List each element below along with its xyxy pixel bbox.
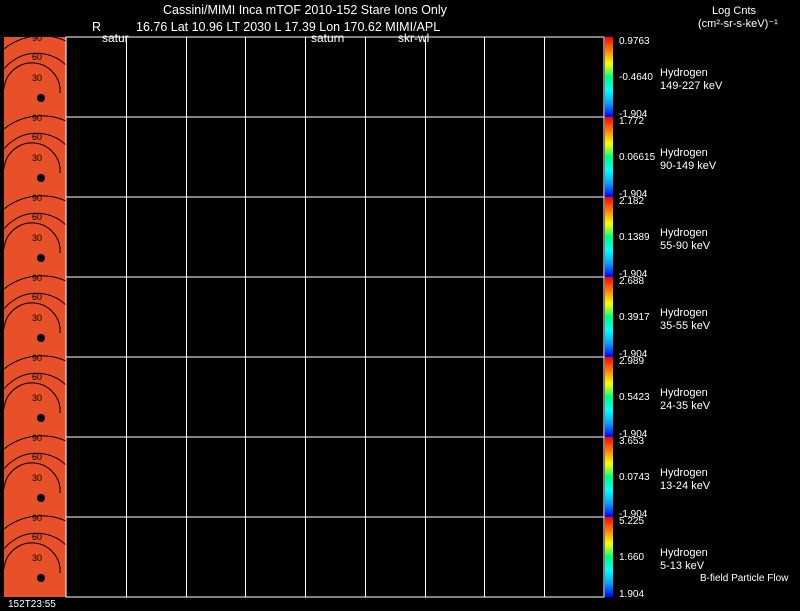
colorbar-max-label: 5.225 [619, 516, 645, 527]
energy-label: 5-13 keV [660, 560, 705, 572]
species-label: Hydrogen [660, 67, 708, 79]
ring-label: 90 [32, 33, 42, 43]
flow-legend: B-field Particle Flow [700, 573, 789, 584]
ring-label: 30 [32, 313, 42, 323]
ring-label: 30 [32, 153, 42, 163]
sky-label: skr-wl [398, 31, 430, 45]
panel-frame [65, 356, 605, 438]
ring-label: 30 [32, 553, 42, 563]
colorbar [605, 117, 613, 197]
energy-label: 35-55 keV [660, 320, 711, 332]
panel-frame [65, 36, 605, 118]
colorbar-max-label: 1.772 [619, 116, 645, 127]
colorbar-mid-label: 0.1389 [619, 232, 650, 243]
ring-label: 60 [32, 52, 42, 62]
ring-label: 30 [32, 393, 42, 403]
time-label: 152T23:55 [8, 599, 56, 610]
panel-frame [65, 116, 605, 198]
position-line: 16.76 Lat 10.96 LT 2030 L 17.39 Lon 170.… [136, 20, 441, 34]
ring-label: 90 [32, 113, 42, 123]
units-title: Log Cnts [712, 5, 757, 17]
colorbar-mid-label: 0.06615 [619, 152, 656, 163]
ring-label: 90 [32, 433, 42, 443]
colorbar [605, 517, 613, 597]
panel-frame [65, 516, 605, 598]
colorbar-mid-label: -0.4640 [619, 72, 653, 83]
ring-label: 60 [32, 532, 42, 542]
ring-label: 60 [32, 372, 42, 382]
colorbar [605, 197, 613, 277]
species-label: Hydrogen [660, 307, 708, 319]
ring-label: 90 [32, 513, 42, 523]
colorbar-max-label: 2.688 [619, 276, 645, 287]
colorbar-min-label: 1.904 [619, 589, 645, 600]
colorbar-max-label: 0.9763 [619, 36, 650, 47]
target-left-label: satur [102, 31, 129, 45]
r-label: R [92, 20, 102, 34]
panel-frame [65, 276, 605, 358]
species-label: Hydrogen [660, 227, 708, 239]
ring-label: 30 [32, 233, 42, 243]
energy-label: 13-24 keV [660, 480, 711, 492]
colorbar-mid-label: 0.3917 [619, 312, 650, 323]
colorbar-max-label: 3.653 [619, 436, 645, 447]
units-label: (cm²-sr-s-keV)⁻¹ [698, 18, 778, 30]
chart-title: Cassini/MIMI Inca mTOF 2010-152 Stare Io… [163, 3, 447, 17]
ring-label: 0 [37, 253, 42, 263]
ring-label: 60 [32, 132, 42, 142]
ring-label: 0 [37, 333, 42, 343]
ring-label: 0 [37, 493, 42, 503]
colorbar [605, 437, 613, 517]
ring-label: 0 [37, 413, 42, 423]
species-label: Hydrogen [660, 387, 708, 399]
ring-label: 60 [32, 452, 42, 462]
colorbar-mid-label: 1.660 [619, 552, 645, 563]
ring-label: 30 [32, 473, 42, 483]
colorbar-mid-label: 0.0743 [619, 472, 650, 483]
ring-label: 90 [32, 193, 42, 203]
species-label: Hydrogen [660, 547, 708, 559]
ring-label: 30 [32, 73, 42, 83]
colorbar-max-label: 2.989 [619, 356, 645, 367]
energy-label: 55-90 keV [660, 240, 711, 252]
species-label: Hydrogen [660, 467, 708, 479]
energy-label: 24-35 keV [660, 400, 711, 412]
ring-label: 60 [32, 212, 42, 222]
ring-label: 90 [32, 353, 42, 363]
ring-label: 0 [37, 173, 42, 183]
ring-label: 0 [37, 573, 42, 583]
energy-label: 149-227 keV [660, 80, 723, 92]
ring-label: 60 [32, 292, 42, 302]
ring-label: 90 [32, 273, 42, 283]
colorbar [605, 357, 613, 437]
colorbar [605, 277, 613, 357]
colorbar [605, 37, 613, 117]
colorbar-mid-label: 0.5423 [619, 392, 650, 403]
panel-frame [65, 196, 605, 278]
target-mid-label: saturn [311, 31, 345, 45]
colorbar-max-label: 2.182 [619, 196, 645, 207]
ring-label: 0 [37, 93, 42, 103]
energy-label: 90-149 keV [660, 160, 717, 172]
species-label: Hydrogen [660, 147, 708, 159]
panel-frame [65, 436, 605, 518]
